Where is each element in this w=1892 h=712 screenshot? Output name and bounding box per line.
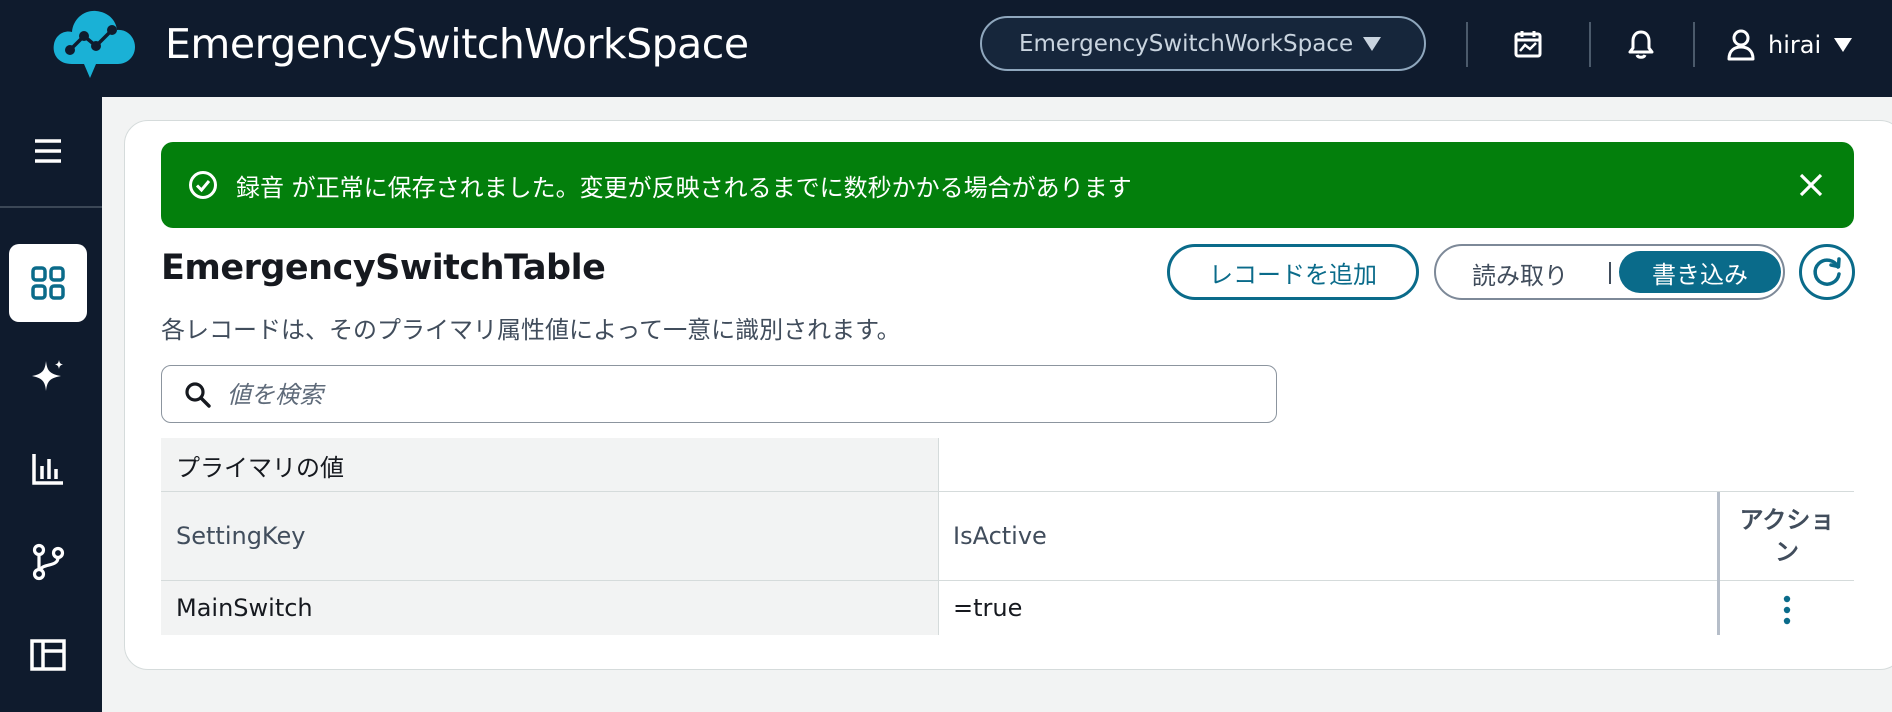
table-cell-isactive[interactable]: =true [939, 581, 1717, 635]
table-layout-icon [30, 639, 66, 671]
caret-down-icon [1363, 37, 1381, 51]
sidebar-divider [0, 206, 102, 208]
sidebar-item-ai[interactable] [9, 337, 87, 415]
kebab-menu-icon [1783, 595, 1791, 625]
top-divider [1589, 22, 1591, 67]
mode-read-option[interactable]: 読み取り [1472, 256, 1568, 291]
workspace-selector[interactable]: EmergencySwitchWorkSpace [980, 16, 1426, 71]
hamburger-menu-icon [35, 139, 61, 163]
search-input[interactable] [225, 374, 1259, 416]
primary-value-group-header: プライマリの値 [161, 438, 938, 492]
sidebar-item-analytics[interactable] [9, 430, 87, 508]
refresh-icon [1813, 257, 1841, 286]
column-header-actions: アクション [1720, 492, 1854, 580]
column-header-label: アクション [1739, 506, 1835, 566]
table-description: 各レコードは、そのプライマリ属性値によって一意に識別されます。 [161, 316, 901, 344]
git-branch-icon [32, 543, 65, 581]
column-divider [1717, 492, 1720, 635]
calendar-button[interactable] [1508, 24, 1548, 64]
sidebar-item-flows[interactable] [9, 523, 87, 601]
cell-value: =true [953, 594, 1023, 622]
column-header-label: IsActive [953, 522, 1047, 550]
top-divider [1693, 22, 1695, 67]
user-name: hirai [1768, 31, 1822, 59]
caret-down-icon [1834, 38, 1853, 52]
sidebar-menu-toggle[interactable] [9, 112, 87, 190]
column-header-label: SettingKey [176, 522, 306, 550]
mode-write-option[interactable]: 書き込み [1619, 251, 1781, 293]
workspace-selector-label: EmergencySwitchWorkSpace [1019, 30, 1354, 57]
mode-separator [1609, 262, 1611, 284]
refresh-button[interactable] [1799, 244, 1855, 300]
sidebar-item-tables[interactable] [9, 616, 87, 694]
flash-message-text: 録音 が正常に保存されました。変更が反映されるまでに数秒かかる場合があります [236, 173, 1132, 202]
row-actions-button[interactable] [1774, 590, 1800, 630]
top-divider [1466, 22, 1468, 67]
sidebar [0, 97, 102, 712]
success-flash-message: 録音 が正常に保存されました。変更が反映されるまでに数秒かかる場合があります [161, 142, 1854, 228]
user-menu[interactable]: hirai [1726, 22, 1853, 68]
bell-icon [1628, 30, 1654, 59]
close-icon [1799, 173, 1823, 197]
cloud-network-logo-icon [53, 10, 135, 78]
calendar-chart-icon [1514, 31, 1542, 58]
top-navigation-bar: EmergencySwitchWorkSpace EmergencySwitch… [0, 0, 1892, 97]
bar-chart-icon [32, 454, 63, 485]
add-record-button[interactable]: レコードを追加 [1167, 244, 1419, 300]
column-divider [938, 438, 939, 635]
notifications-button[interactable] [1621, 24, 1661, 64]
search-icon [185, 382, 211, 408]
search-box [161, 365, 1277, 423]
column-header-settingkey[interactable]: SettingKey [161, 492, 938, 580]
cell-value: MainSwitch [176, 594, 313, 622]
dashboard-grid-icon [31, 266, 65, 300]
column-header-isactive[interactable]: IsActive [939, 492, 1717, 580]
table-title: EmergencySwitchTable [161, 248, 606, 288]
check-circle-icon [189, 171, 217, 199]
table-cell-settingkey: MainSwitch [161, 581, 938, 635]
sparkle-icon [32, 360, 63, 391]
sidebar-item-dashboard[interactable] [9, 244, 87, 322]
read-write-mode-toggle: 読み取り 書き込み [1434, 244, 1785, 300]
user-icon [1727, 29, 1755, 61]
group-header-label: プライマリの値 [176, 453, 344, 482]
app-title: EmergencySwitchWorkSpace [165, 20, 749, 68]
flash-dismiss-button[interactable] [1794, 168, 1828, 202]
